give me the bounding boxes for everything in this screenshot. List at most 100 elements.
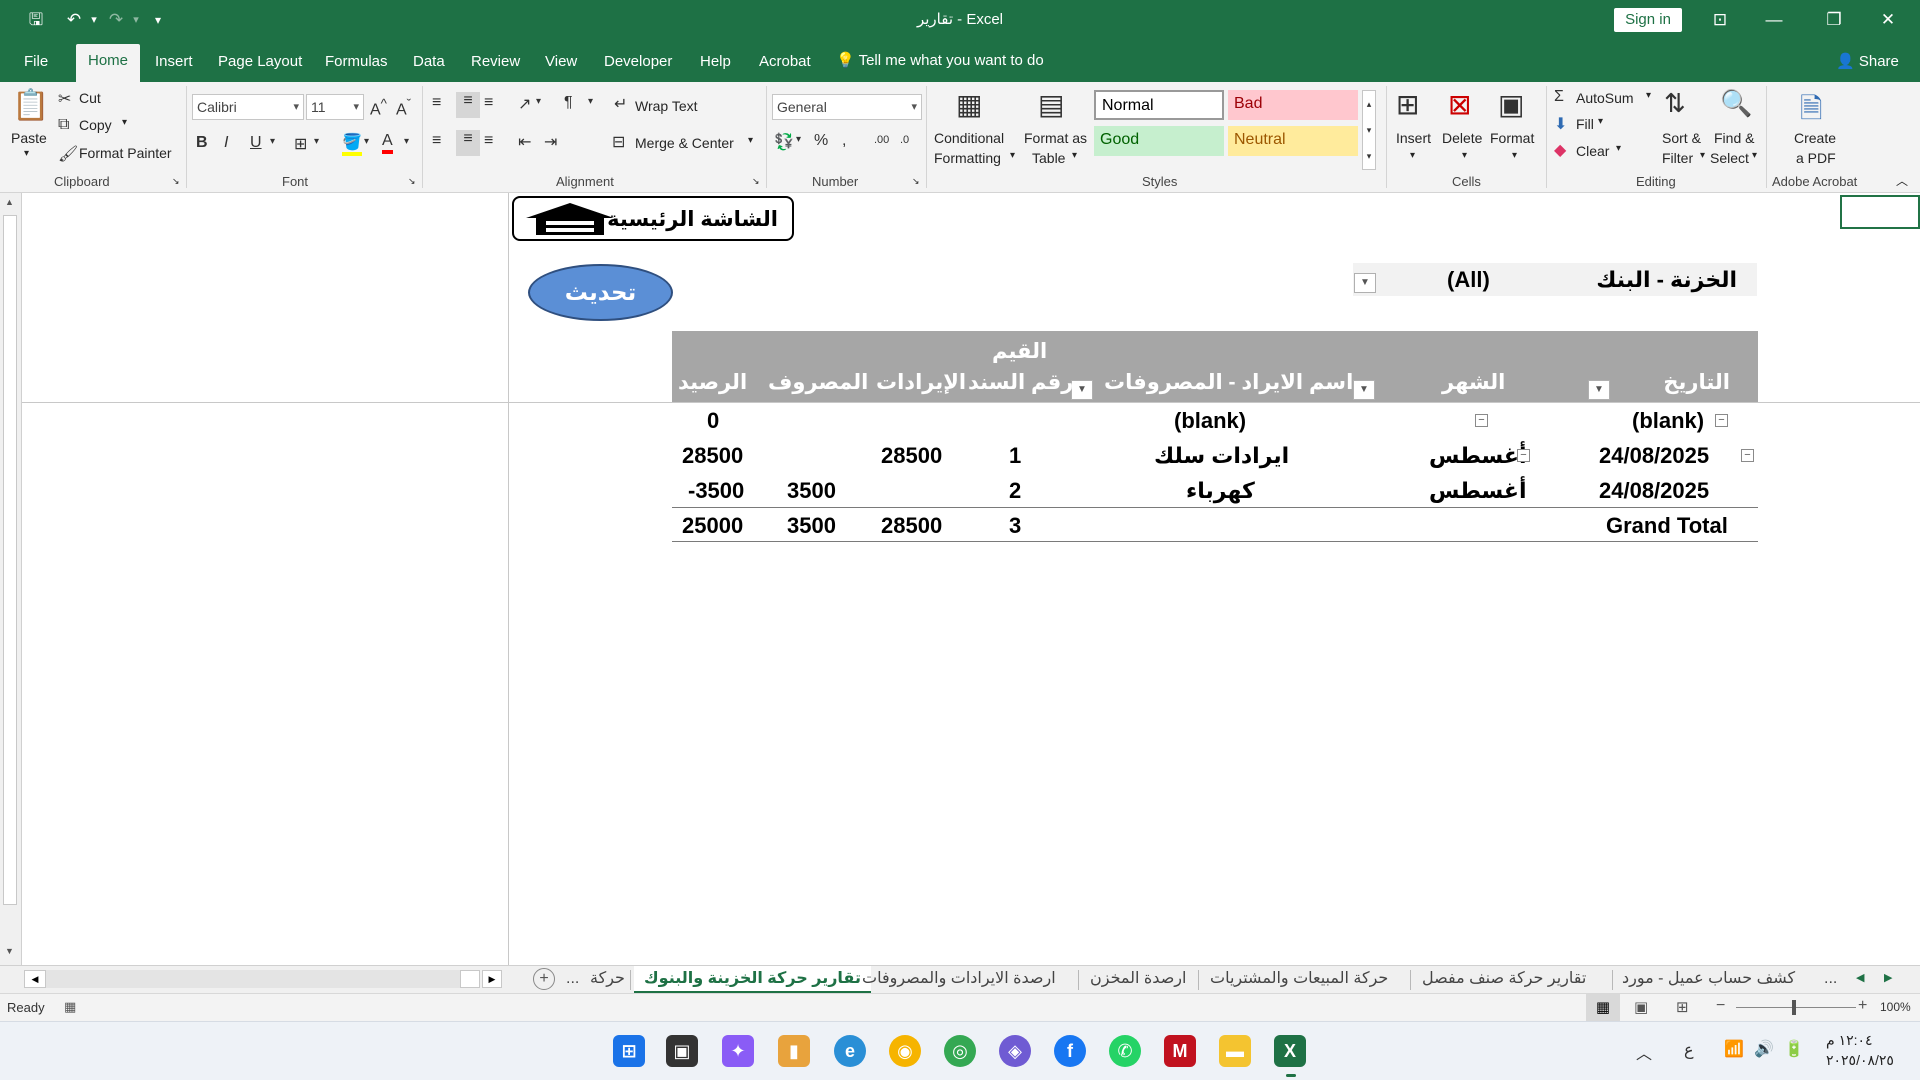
tab-acrobat[interactable]: Acrobat — [759, 51, 811, 82]
share-button[interactable]: 👤 Share — [1836, 52, 1899, 70]
task-view-icon[interactable]: ▣ — [666, 1035, 698, 1067]
fill-color-icon[interactable]: 🪣 — [342, 132, 362, 156]
decrease-decimal-icon[interactable]: .0 — [900, 134, 909, 146]
conditional-formatting-line1[interactable]: Conditional — [934, 130, 1004, 146]
home-screen-button[interactable]: الشاشة الرئيسية — [512, 196, 794, 241]
tab-scroll-right-icon[interactable]: ▶ — [1884, 971, 1892, 984]
tab-file[interactable]: File — [24, 51, 48, 82]
close-button[interactable]: ✕ — [1874, 6, 1902, 34]
app-icon[interactable]: ◈ — [999, 1035, 1031, 1067]
sort-filter-line1[interactable]: Sort & — [1662, 130, 1701, 146]
cut-button[interactable]: Cut — [79, 90, 101, 106]
sheet-tab-more-right[interactable]: ... — [1824, 966, 1837, 994]
zoom-out-icon[interactable]: − — [1716, 997, 1725, 1015]
cut-icon[interactable]: ✂ — [58, 89, 71, 109]
borders-icon[interactable]: ⊞ — [294, 134, 307, 154]
tab-scroll-left-icon[interactable]: ◀ — [1856, 971, 1864, 984]
tab-data[interactable]: Data — [413, 51, 445, 82]
tab-insert[interactable]: Insert — [155, 51, 193, 82]
power-bi-icon[interactable]: ▮ — [778, 1035, 810, 1067]
find-select-dropdown-icon[interactable]: ▾ — [1752, 150, 1757, 161]
italic-icon[interactable]: I — [224, 134, 228, 152]
copy-dropdown-icon[interactable]: ▾ — [122, 117, 127, 128]
zoom-in-icon[interactable]: + — [1858, 997, 1867, 1015]
sheet-tab[interactable]: ارصدة الايرادات والمصروفات — [862, 966, 1056, 994]
create-pdf-line2[interactable]: a PDF — [1796, 150, 1836, 166]
paste-dropdown-icon[interactable]: ▾ — [24, 148, 29, 159]
font-size-select[interactable]: 11 — [306, 94, 364, 120]
orientation-icon[interactable]: ↗ — [518, 94, 531, 114]
sign-in-button[interactable]: Sign in — [1614, 8, 1682, 32]
hscroll-thumb[interactable] — [460, 970, 480, 988]
ribbon-display-icon[interactable]: ⊡ — [1706, 6, 1734, 34]
merge-dropdown-icon[interactable]: ▾ — [748, 135, 753, 146]
font-launcher-icon[interactable]: ↘ — [408, 176, 416, 187]
sort-filter-icon[interactable]: ⇅ — [1664, 88, 1686, 119]
conditional-dropdown-icon[interactable]: ▾ — [1010, 150, 1015, 161]
month-filter-button[interactable]: ▼ — [1353, 380, 1375, 400]
rtl-dropdown-icon[interactable]: ▾ — [588, 96, 593, 107]
tab-view[interactable]: View — [545, 51, 577, 82]
copy-button[interactable]: Copy — [79, 117, 112, 133]
refresh-button[interactable]: تحديث — [528, 264, 673, 321]
percent-icon[interactable]: % — [814, 132, 828, 150]
underline-icon[interactable]: U — [250, 134, 262, 152]
wrap-text-icon[interactable]: ↵ — [614, 94, 627, 114]
autosum-icon[interactable]: Σ — [1554, 88, 1564, 106]
vertical-scrollbar[interactable]: ▲ ▼ — [0, 193, 22, 965]
underline-dropdown-icon[interactable]: ▾ — [270, 136, 275, 147]
find-select-icon[interactable]: 🔍 — [1720, 88, 1752, 119]
minimize-button[interactable]: — — [1760, 6, 1788, 34]
excel-icon[interactable]: X — [1274, 1035, 1306, 1067]
copy-icon[interactable]: ⧉ — [58, 116, 69, 134]
horizontal-scrollbar[interactable] — [46, 970, 460, 988]
comma-style-icon[interactable]: , — [842, 132, 846, 150]
clear-button[interactable]: Clear — [1576, 143, 1609, 159]
number-format-select[interactable]: General — [772, 94, 922, 120]
fill-icon[interactable]: ⬇ — [1554, 114, 1567, 134]
align-bottom-icon[interactable]: ≡ — [484, 94, 493, 112]
format-as-table-line2[interactable]: Table — [1032, 150, 1065, 166]
sheet-tab-active[interactable]: تقارير حركة الخزينة والبنوك — [634, 966, 871, 994]
tab-home[interactable]: Home — [76, 44, 141, 82]
accessibility-icon[interactable]: ▦ — [64, 999, 76, 1015]
normal-view-icon[interactable]: ▦ — [1586, 994, 1620, 1021]
format-dropdown-icon[interactable]: ▾ — [1512, 150, 1517, 161]
mail-app-icon[interactable]: M — [1164, 1035, 1196, 1067]
autosum-button[interactable]: AutoSum — [1576, 90, 1634, 106]
decrease-indent-icon[interactable]: ⇤ — [518, 132, 531, 152]
conditional-formatting-icon[interactable]: ▦ — [956, 88, 982, 121]
worksheet[interactable] — [0, 193, 1920, 965]
clock-date[interactable]: ٢٠٢٥/٠٨/٢٥ — [1826, 1052, 1894, 1069]
style-good[interactable]: Good — [1094, 126, 1224, 156]
active-cell[interactable] — [1840, 195, 1920, 229]
find-select-line2[interactable]: Select — [1710, 150, 1749, 166]
decrease-font-icon[interactable]: Aˇ — [396, 96, 411, 119]
style-bad[interactable]: Bad — [1228, 90, 1358, 120]
orientation-dropdown-icon[interactable]: ▾ — [536, 96, 541, 107]
zoom-slider[interactable] — [1736, 1007, 1856, 1008]
sheet-tab[interactable]: حركة المبيعات والمشتريات — [1210, 966, 1388, 994]
restore-button[interactable]: ❐ — [1820, 6, 1848, 34]
format-cells-button[interactable]: Format — [1490, 130, 1534, 146]
chrome-icon[interactable]: ◎ — [944, 1035, 976, 1067]
font-color-dropdown-icon[interactable]: ▾ — [404, 136, 409, 147]
find-select-line1[interactable]: Find & — [1714, 130, 1754, 146]
sheet-tab[interactable]: حركة — [590, 966, 625, 994]
clock-time[interactable]: ١٢:٠٤ م — [1826, 1032, 1873, 1049]
conditional-formatting-line2[interactable]: Formatting — [934, 150, 1001, 166]
scroll-up-icon[interactable]: ▲ — [5, 197, 14, 207]
accounting-format-icon[interactable]: 💱 — [774, 132, 794, 152]
add-sheet-button[interactable]: + — [533, 968, 555, 990]
format-painter-button[interactable]: Format Painter — [79, 145, 172, 161]
delete-dropdown-icon[interactable]: ▾ — [1462, 150, 1467, 161]
insert-cells-button[interactable]: Insert — [1396, 130, 1431, 146]
style-neutral[interactable]: Neutral — [1228, 126, 1358, 156]
name-filter-button[interactable]: ▼ — [1071, 380, 1093, 400]
battery-icon[interactable]: 🔋 — [1784, 1039, 1804, 1059]
font-name-select[interactable]: Calibri — [192, 94, 304, 120]
align-top-icon[interactable]: ≡ — [432, 94, 441, 112]
font-color-icon[interactable]: A — [382, 132, 393, 154]
paste-button[interactable]: Paste — [11, 130, 47, 146]
sort-filter-dropdown-icon[interactable]: ▾ — [1700, 150, 1705, 161]
